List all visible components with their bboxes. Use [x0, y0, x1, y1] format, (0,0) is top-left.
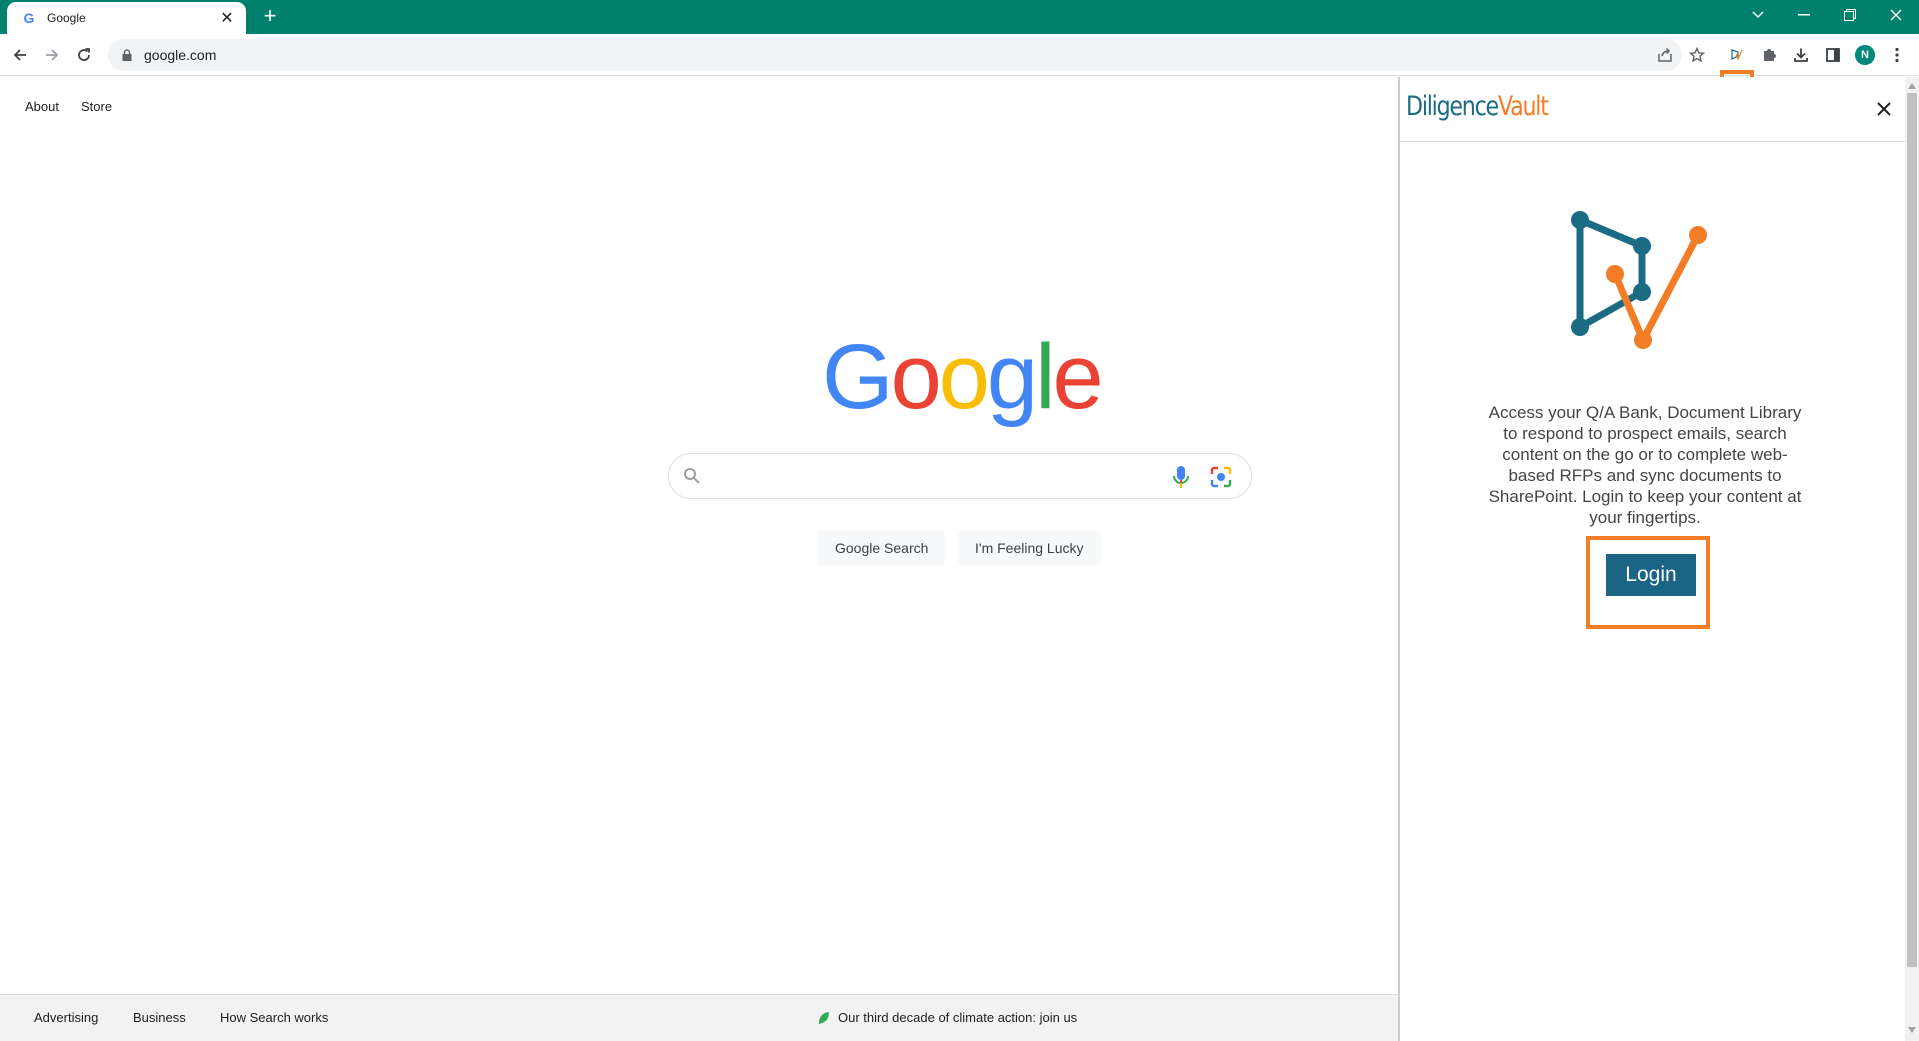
google-g-icon: G: [23, 10, 35, 26]
forward-icon[interactable]: [38, 41, 66, 69]
close-window-icon[interactable]: [1873, 0, 1919, 30]
leaf-icon: [819, 1011, 829, 1024]
microphone-icon[interactable]: [1173, 465, 1189, 494]
scroll-down-arrow-icon[interactable]: [1908, 1027, 1916, 1033]
address-url: google.com: [144, 47, 217, 63]
browser-toolbar: google.com N: [0, 34, 1919, 106]
menu-dots-icon[interactable]: [1883, 41, 1911, 69]
restore-icon[interactable]: [1827, 0, 1873, 30]
panel-close-icon[interactable]: [1874, 99, 1894, 119]
google-lens-icon[interactable]: [1209, 465, 1233, 494]
google-search-button[interactable]: Google Search: [818, 530, 946, 566]
how-search-works-link[interactable]: How Search works: [220, 1010, 328, 1025]
extensions-puzzle-icon[interactable]: [1755, 41, 1783, 69]
lock-icon[interactable]: [120, 48, 134, 62]
share-icon[interactable]: [1651, 41, 1679, 69]
google-logo: Google: [822, 325, 1104, 430]
bookmark-star-icon[interactable]: [1683, 41, 1711, 69]
panel-scrollbar[interactable]: [1905, 77, 1919, 1041]
minimize-icon[interactable]: [1781, 0, 1827, 30]
tab-search-chevron-icon[interactable]: [1735, 0, 1781, 30]
logo-letter: G: [822, 326, 894, 428]
google-homepage: About Store Google Google Search I'm Fee…: [0, 77, 1398, 1041]
tab-close-icon[interactable]: ✕: [218, 8, 236, 28]
tab-strip: G Google ✕ +: [0, 0, 1919, 34]
logo-letter: g: [986, 326, 1038, 428]
page-footer: Advertising Business How Search works Ou…: [0, 994, 1398, 1041]
business-link[interactable]: Business: [133, 1010, 186, 1025]
diligencevault-extension-icon[interactable]: [1723, 41, 1751, 69]
panel-description: Access your Q/A Bank, Document Library t…: [1488, 403, 1802, 527]
tab-title: Google: [47, 11, 86, 25]
diligencevault-brand: DiligenceVault: [1406, 91, 1549, 122]
address-bar[interactable]: google.com: [108, 39, 1682, 71]
profile-avatar[interactable]: N: [1851, 41, 1879, 69]
diligencevault-logo-icon: [1571, 211, 1707, 349]
logo-letter: o: [938, 326, 990, 428]
side-panel-icon[interactable]: [1819, 41, 1847, 69]
new-tab-button[interactable]: +: [258, 5, 282, 29]
back-icon[interactable]: [6, 41, 34, 69]
climate-text: Our third decade of climate action: join…: [838, 1010, 1078, 1025]
panel-header: DiligenceVault: [1400, 77, 1905, 142]
logo-letter: o: [890, 326, 942, 428]
feeling-lucky-button[interactable]: I'm Feeling Lucky: [958, 530, 1101, 566]
reload-icon[interactable]: [70, 41, 98, 69]
brand-vault: Vault: [1497, 91, 1549, 122]
download-icon[interactable]: [1787, 41, 1815, 69]
avatar: N: [1855, 45, 1875, 65]
logo-letter: l: [1035, 326, 1056, 428]
logo-letter: e: [1052, 326, 1104, 428]
store-link[interactable]: Store: [81, 99, 112, 114]
scroll-thumb[interactable]: [1907, 93, 1917, 967]
search-icon: [683, 467, 701, 490]
brand-diligence: Diligence: [1406, 91, 1499, 122]
search-input[interactable]: [715, 464, 1115, 488]
scroll-up-arrow-icon[interactable]: [1908, 83, 1916, 89]
login-button[interactable]: Login: [1606, 554, 1696, 596]
tab-google[interactable]: G Google ✕: [7, 2, 246, 34]
diligencevault-side-panel: DiligenceVault Access your Q/A Bank, Doc…: [1398, 77, 1919, 1041]
search-box[interactable]: [668, 453, 1252, 499]
climate-action-link[interactable]: Our third decade of climate action: join…: [818, 1010, 1077, 1025]
advertising-link[interactable]: Advertising: [34, 1010, 98, 1025]
about-link[interactable]: About: [25, 99, 59, 114]
